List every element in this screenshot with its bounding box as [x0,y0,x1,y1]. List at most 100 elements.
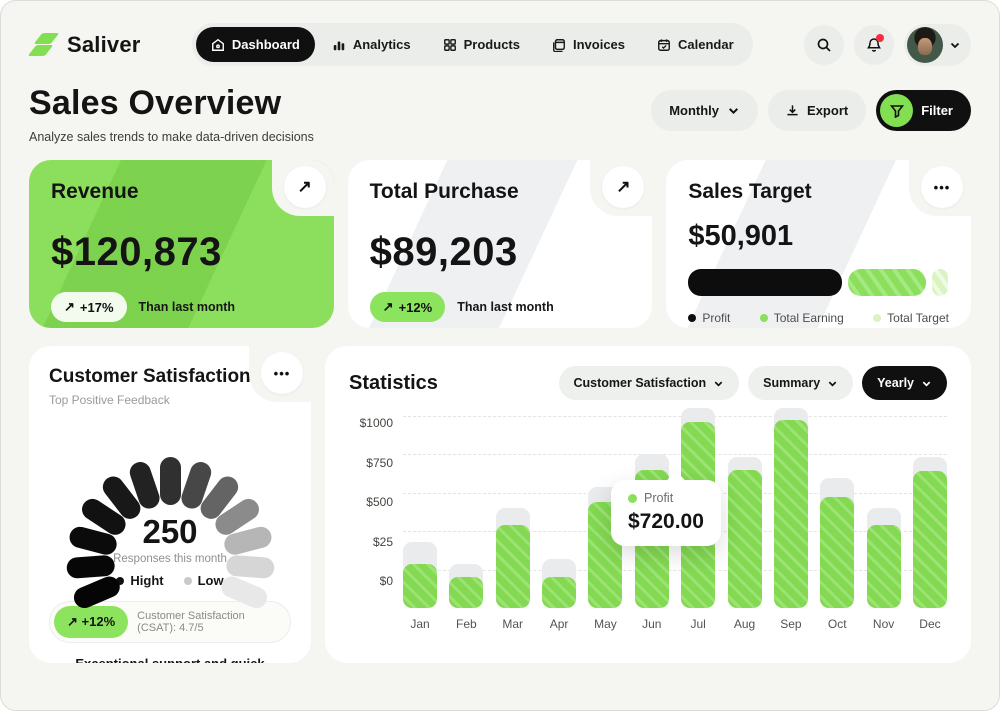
csat-change: +12% [82,614,116,629]
bar-column-sep[interactable] [774,416,808,608]
profile-menu[interactable] [904,24,971,66]
app-window: Saliver Dashboard Analytics Products Inv… [0,0,1000,711]
range-dropdown[interactable]: Yearly [862,366,947,400]
revenue-value: $120,873 [51,230,312,275]
bar-column-apr[interactable] [542,416,576,608]
x-tick-label: Nov [867,617,901,631]
filter-button[interactable]: Filter [876,90,971,131]
top-actions [804,24,971,66]
gauge-segment [160,457,181,505]
chevron-down-icon [827,378,838,389]
bar-column-feb[interactable] [449,416,483,608]
export-button[interactable]: Export [768,90,866,131]
revenue-note: Than last month [139,300,236,314]
total-purchase-change-badge: ↗+12% [370,292,446,322]
notifications-button[interactable] [854,25,894,65]
notification-dot [876,34,884,42]
nav-item-calendar[interactable]: Calendar [642,27,749,62]
period-label: Monthly [669,103,719,118]
trend-up-icon: ↗ [383,299,394,315]
metric-dropdown-label: Customer Satisfaction [574,376,707,390]
sales-target-menu-button[interactable]: ••• [921,166,963,208]
legend-label: Profit [702,311,730,325]
arrow-up-right-icon: ↗ [616,177,630,197]
nav-label: Invoices [573,37,625,52]
tooltip-value: $720.00 [628,510,704,534]
main-nav: Dashboard Analytics Products Invoices Ca… [192,23,753,66]
profit-bar [774,420,808,608]
metric-dropdown[interactable]: Customer Satisfaction [559,366,740,400]
invoice-icon [552,38,566,52]
sales-target-card: Sales Target $50,901 Profit Total Earnin… [666,160,971,328]
satisfaction-menu-button[interactable]: ••• [261,352,303,394]
legend-item-high: Hight [116,573,163,588]
period-dropdown[interactable]: Monthly [651,90,758,131]
customer-satisfaction-card: Customer Satisfaction Top Positive Feedb… [29,346,311,663]
satisfaction-gauge: 250 Responses this month [57,433,283,561]
chevron-down-icon [727,104,740,117]
filter-label: Filter [921,103,953,118]
lower-row: Customer Satisfaction Top Positive Feedb… [29,346,971,663]
legend-item-low: Low [184,573,224,588]
revenue-open-button[interactable]: ↗ [284,166,326,208]
x-tick-label: Apr [542,617,576,631]
range-dropdown-label: Yearly [877,376,914,390]
bar-column-oct[interactable] [820,416,854,608]
profit-bar [913,471,947,608]
progress-segment-earning [848,269,926,296]
sales-target-legend: Profit Total Earning Total Target [688,311,949,325]
y-tick-label: $25 [349,535,393,549]
calendar-icon [657,38,671,52]
kpi-row: Revenue $120,873 ↗+17% Than last month ↗… [29,160,971,328]
y-tick-label: $500 [349,495,393,509]
tooltip-label: Profit [644,491,673,505]
legend-label: Hight [130,573,163,588]
bar-column-aug[interactable] [728,416,762,608]
funnel-icon-wrap [880,94,913,127]
summary-dropdown-label: Summary [763,376,820,390]
summary-dropdown[interactable]: Summary [748,366,853,400]
profit-bar [542,577,576,608]
page-actions: Monthly Export Filter [651,90,971,131]
bar-column-nov[interactable] [867,416,901,608]
nav-item-dashboard[interactable]: Dashboard [196,27,315,62]
profit-bar [867,525,901,608]
legend-item-target: Total Target [873,311,949,325]
chevron-down-icon [713,378,724,389]
dots-menu-icon: ••• [934,180,951,195]
nav-item-products[interactable]: Products [428,27,535,62]
progress-segment-profit [688,269,842,296]
trend-up-icon: ↗ [67,614,78,629]
chart-tooltip: Profit $720.00 [611,480,721,546]
nav-item-analytics[interactable]: Analytics [317,27,426,62]
download-icon [786,104,799,117]
tooltip-series-dot [628,494,637,503]
bar-column-dec[interactable] [913,416,947,608]
legend-dot [760,314,768,322]
y-tick-label: $750 [349,456,393,470]
brand-logo[interactable]: Saliver [29,31,141,59]
legend-label: Total Earning [774,311,844,325]
progress-segment-target [932,269,948,296]
top-bar: Saliver Dashboard Analytics Products Inv… [1,1,999,66]
profit-bar [403,564,437,608]
statistics-card: Statistics Customer Satisfaction Summary… [325,346,971,663]
nav-label: Analytics [353,37,411,52]
statistics-header: Statistics Customer Satisfaction Summary… [349,366,947,400]
search-button[interactable] [804,25,844,65]
statistics-title: Statistics [349,372,438,395]
legend-dot [184,577,192,585]
bar-column-mar[interactable] [496,416,530,608]
revenue-card: Revenue $120,873 ↗+17% Than last month ↗ [29,160,334,328]
profit-bar [496,525,530,608]
sales-target-progress [688,269,949,296]
nav-item-invoices[interactable]: Invoices [537,27,640,62]
satisfaction-subtitle: Top Positive Feedback [49,393,291,407]
x-tick-label: Jun [635,617,669,631]
total-purchase-card: Total Purchase $89,203 ↗+12% Than last m… [348,160,653,328]
x-tick-label: Jan [403,617,437,631]
grid-icon [443,38,457,52]
legend-dot [688,314,696,322]
satisfaction-footer: Exceptional support and quick responses [49,656,291,663]
bar-column-jan[interactable] [403,416,437,608]
